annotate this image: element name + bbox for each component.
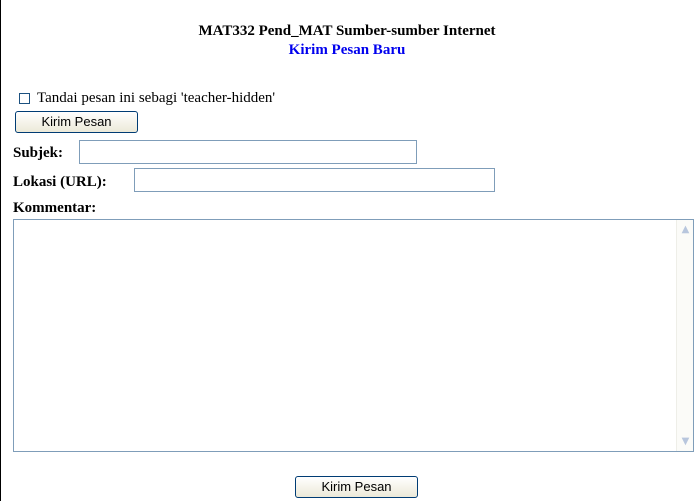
comment-scrollbar[interactable]: ▲ ▼ <box>676 220 693 451</box>
send-message-button-top[interactable]: Kirim Pesan <box>15 111 138 133</box>
page-title: MAT332 Pend_MAT Sumber-sumber Internet <box>198 23 496 39</box>
send-message-button-bottom[interactable]: Kirim Pesan <box>295 476 418 498</box>
subject-label: Subjek: <box>13 145 64 161</box>
scroll-down-arrow-icon[interactable]: ▼ <box>678 434 693 449</box>
page-subtitle: Kirim Pesan Baru <box>288 42 406 58</box>
location-url-label: Lokasi (URL): <box>13 174 107 190</box>
comment-label: Kommentar: <box>13 200 97 216</box>
comment-field[interactable]: ▲ ▼ <box>13 219 694 452</box>
comment-textarea[interactable] <box>14 220 676 451</box>
teacher-hidden-option[interactable]: Tandai pesan ini sebagi 'teacher-hidden' <box>19 89 275 107</box>
subject-input[interactable] <box>79 140 417 164</box>
location-url-input[interactable] <box>134 168 495 192</box>
scroll-up-arrow-icon[interactable]: ▲ <box>678 222 693 237</box>
teacher-hidden-label: Tandai pesan ini sebagi 'teacher-hidden' <box>37 90 276 106</box>
teacher-hidden-checkbox[interactable] <box>19 92 30 104</box>
